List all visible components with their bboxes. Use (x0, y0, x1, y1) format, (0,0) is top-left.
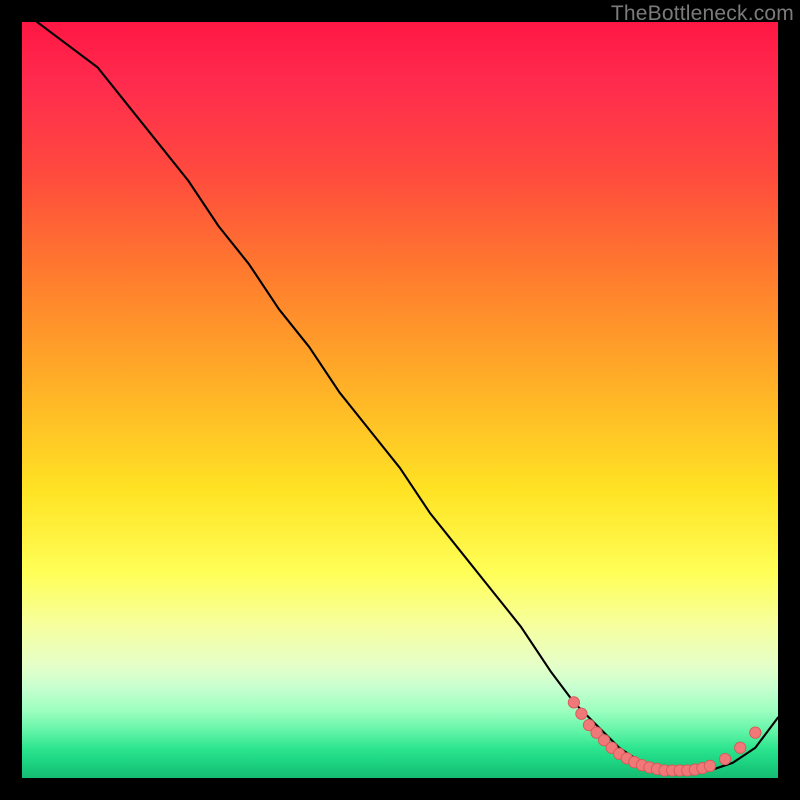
watermark-text: TheBottleneck.com (611, 2, 794, 26)
plot-area (22, 22, 778, 778)
curve-marker (750, 727, 761, 738)
chart-stage: TheBottleneck.com (0, 0, 800, 800)
curve-marker (576, 708, 587, 719)
curve-marker (704, 760, 715, 771)
curve-marker (568, 697, 579, 708)
curve-markers (568, 697, 761, 776)
curve-marker (719, 753, 730, 764)
bottleneck-curve (37, 22, 778, 770)
curve-layer (22, 22, 778, 778)
curve-marker (735, 742, 746, 753)
